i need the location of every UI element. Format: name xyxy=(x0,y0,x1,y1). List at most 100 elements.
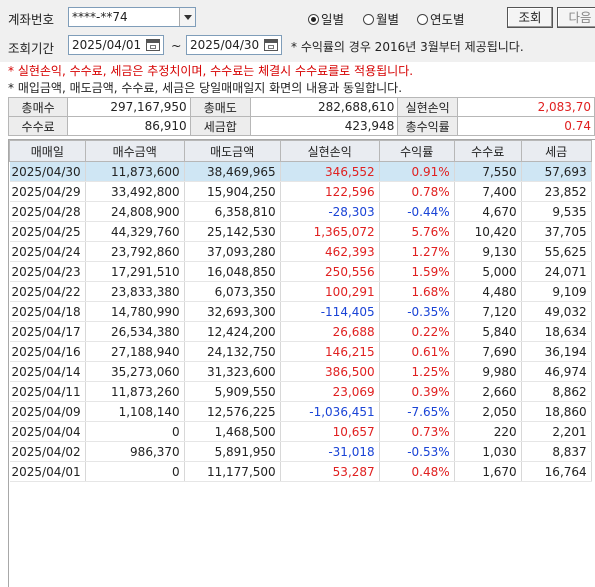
col-fee-header[interactable]: 수수료 xyxy=(453,140,522,162)
col-return-rate-cell: 1.27% xyxy=(379,241,455,262)
col-fee-cell: 7,120 xyxy=(454,301,522,322)
table-row[interactable]: 2025/04/16 27,188,940 24,132,750 146,215 0.6… xyxy=(9,341,592,362)
col-realized-pnl-cell: 53,287 xyxy=(280,461,380,482)
col-trade-date-cell: 2025/04/29 xyxy=(9,181,86,202)
col-sell-amount-cell: 11,177,500 xyxy=(184,461,281,482)
account-select[interactable]: ****-**74 xyxy=(68,7,196,27)
col-tax-cell: 37,705 xyxy=(521,221,592,242)
period-note: * 수익률의 경우 2016년 3월부터 제공됩니다. xyxy=(291,40,524,54)
summary-label: 총매도 xyxy=(189,97,251,117)
radio-selected-icon xyxy=(308,14,319,25)
summary-value: 297,167,950 xyxy=(67,97,191,117)
col-tax-cell: 36,194 xyxy=(521,341,592,362)
col-trade-date-cell: 2025/04/09 xyxy=(9,401,86,422)
table-row[interactable]: 2025/04/01 0 11,177,500 53,287 0.48% 1,670 16,… xyxy=(9,461,592,482)
radio-daily[interactable]: 일별 xyxy=(308,9,344,28)
search-button[interactable]: 조회 xyxy=(507,7,553,28)
col-trade-date-header[interactable]: 매매일 xyxy=(9,140,86,162)
daily-pnl-grid[interactable]: 매매일 매수금액 매도금액 실현손익 수익률 수수료 세금 2025/04/30 11,873… xyxy=(8,139,595,587)
col-realized-pnl-cell: 23,069 xyxy=(280,381,380,402)
col-buy-amount-cell: 33,492,800 xyxy=(85,181,185,202)
table-row[interactable]: 2025/04/28 24,808,900 6,358,810 -28,303 -0.4… xyxy=(9,201,592,222)
date-from-field[interactable]: 2025/04/01 xyxy=(68,35,164,55)
col-realized-pnl-cell: -1,036,451 xyxy=(280,401,380,422)
col-sell-amount-cell: 24,132,750 xyxy=(184,341,281,362)
table-row[interactable]: 2025/04/29 33,492,800 15,904,250 122,596 0.7… xyxy=(9,181,592,202)
table-row[interactable]: 2025/04/25 44,329,760 25,142,530 1,365,072 5… xyxy=(9,221,592,242)
summary-value: 282,688,610 xyxy=(249,97,399,117)
filter-panel: 계좌번호 ****-**74 일별 월별 연도별 조회 다음 조회기간 2025… xyxy=(0,0,595,62)
col-buy-amount-cell: 11,873,600 xyxy=(85,161,185,182)
col-fee-cell: 9,980 xyxy=(454,361,522,382)
table-row[interactable]: 2025/04/04 0 1,468,500 10,657 0.73% 220 2,201 xyxy=(9,421,592,442)
col-sell-amount-cell: 38,469,965 xyxy=(184,161,281,182)
col-sell-amount-cell: 5,909,550 xyxy=(184,381,281,402)
col-return-rate-cell: 0.61% xyxy=(379,341,455,362)
col-tax-cell: 9,535 xyxy=(521,201,592,222)
col-fee-cell: 2,660 xyxy=(454,381,522,402)
summary-label: 총매수 xyxy=(7,97,69,117)
table-row[interactable]: 2025/04/23 17,291,510 16,048,850 250,556 1.5… xyxy=(9,261,592,282)
col-fee-cell: 2,050 xyxy=(454,401,522,422)
col-realized-pnl-cell: 146,215 xyxy=(280,341,380,362)
col-buy-amount-cell: 11,873,260 xyxy=(85,381,185,402)
col-trade-date-cell: 2025/04/28 xyxy=(9,201,86,222)
col-fee-cell: 7,550 xyxy=(454,161,522,182)
col-trade-date-cell: 2025/04/04 xyxy=(9,421,86,442)
col-buy-amount-cell: 0 xyxy=(85,421,185,442)
col-sell-amount-cell: 6,358,810 xyxy=(184,201,281,222)
table-row[interactable]: 2025/04/02 986,370 5,891,950 -31,018 -0.53% 1… xyxy=(9,441,592,462)
col-return-rate-cell: 0.91% xyxy=(379,161,455,182)
col-sell-amount-cell: 5,891,950 xyxy=(184,441,281,462)
col-realized-pnl-cell: 250,556 xyxy=(280,261,380,282)
table-row[interactable]: 2025/04/18 14,780,990 32,693,300 -114,405 -0… xyxy=(9,301,592,322)
table-row[interactable]: 2025/04/24 23,792,860 37,093,280 462,393 1.2… xyxy=(9,241,592,262)
col-sell-amount-cell: 25,142,530 xyxy=(184,221,281,242)
col-tax-cell: 23,852 xyxy=(521,181,592,202)
estimate-notice: * 실현손익, 수수료, 세금은 추정치이며, 수수료는 체결시 수수료를로 적… xyxy=(8,64,414,78)
col-sell-amount-cell: 37,093,280 xyxy=(184,241,281,262)
col-return-rate-cell: 0.48% xyxy=(379,461,455,482)
col-return-rate-header[interactable]: 수익률 xyxy=(378,140,455,162)
summary-label: 수수료 xyxy=(7,116,69,136)
col-buy-amount-header[interactable]: 매수금액 xyxy=(84,140,185,162)
calendar-icon[interactable] xyxy=(146,39,160,51)
col-return-rate-cell: 0.78% xyxy=(379,181,455,202)
table-row[interactable]: 2025/04/30 11,873,600 38,469,965 346,552 0.9… xyxy=(9,161,592,182)
col-trade-date-cell: 2025/04/11 xyxy=(9,381,86,402)
col-trade-date-cell: 2025/04/17 xyxy=(9,321,86,342)
table-row[interactable]: 2025/04/09 1,108,140 12,576,225 -1,036,451-… xyxy=(9,401,592,422)
radio-icon xyxy=(417,14,428,25)
date-to-field[interactable]: 2025/04/30 xyxy=(186,35,282,55)
col-sell-amount-cell: 16,048,850 xyxy=(184,261,281,282)
col-tax-cell: 24,071 xyxy=(521,261,592,282)
radio-icon xyxy=(363,14,374,25)
col-trade-date-cell: 2025/04/25 xyxy=(9,221,86,242)
col-fee-cell: 4,670 xyxy=(454,201,522,222)
table-row[interactable]: 2025/04/22 23,833,380 6,073,350 100,291 1.68… xyxy=(9,281,592,302)
calendar-icon[interactable] xyxy=(264,39,278,51)
table-row[interactable]: 2025/04/11 11,873,260 5,909,550 23,069 0.39%… xyxy=(9,381,592,402)
daily-pnl-table: 매매일 매수금액 매도금액 실현손익 수익률 수수료 세금 2025/04/30 11,873… xyxy=(9,140,592,482)
col-realized-pnl-header[interactable]: 실현손익 xyxy=(279,140,380,162)
col-fee-cell: 5,840 xyxy=(454,321,522,342)
col-tax-header[interactable]: 세금 xyxy=(520,140,592,162)
col-fee-cell: 1,670 xyxy=(454,461,522,482)
summary-value: 0.74 xyxy=(456,116,595,136)
radio-monthly[interactable]: 월별 xyxy=(363,9,399,28)
col-return-rate-cell: 0.22% xyxy=(379,321,455,342)
next-button[interactable]: 다음 xyxy=(557,7,595,28)
summary-label: 세금합 xyxy=(189,116,251,136)
summary-table: 총매수 297,167,950 총매도 282,688,610 실현손익 2,0… xyxy=(7,97,595,136)
table-row[interactable]: 2025/04/17 26,534,380 12,424,200 26,688 0.22… xyxy=(9,321,592,342)
col-sell-amount-header[interactable]: 매도금액 xyxy=(183,140,281,162)
col-tax-cell: 18,634 xyxy=(521,321,592,342)
summary-label: 총수익률 xyxy=(397,116,458,136)
col-realized-pnl-cell: 10,657 xyxy=(280,421,380,442)
col-fee-cell: 5,000 xyxy=(454,261,522,282)
radio-yearly[interactable]: 연도별 xyxy=(417,9,465,28)
table-row[interactable]: 2025/04/14 35,273,060 31,323,600 386,500 1.2… xyxy=(9,361,592,382)
col-trade-date-cell: 2025/04/23 xyxy=(9,261,86,282)
chevron-down-icon[interactable] xyxy=(179,8,195,26)
col-realized-pnl-cell: 122,596 xyxy=(280,181,380,202)
